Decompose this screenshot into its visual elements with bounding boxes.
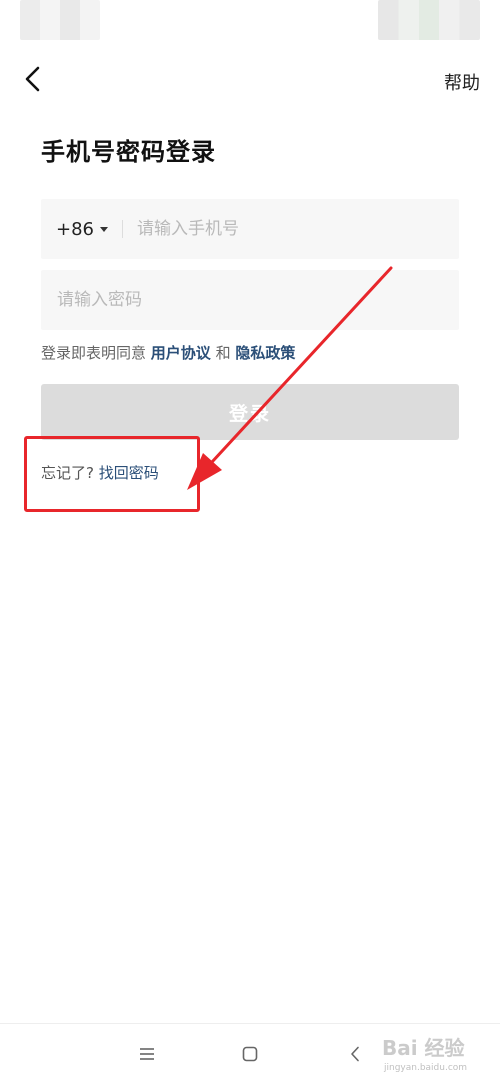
nav-back-button[interactable] (343, 1042, 367, 1066)
watermark-url: jingyan.baidu.com (384, 1063, 468, 1073)
nav-home-button[interactable] (238, 1042, 262, 1066)
watermark: Bai 经验 jingyan.baidu.com (382, 1029, 486, 1079)
annotation-arrow (187, 266, 393, 490)
chevron-left-icon (351, 1046, 359, 1062)
square-home-icon (242, 1046, 258, 1062)
watermark-brand: Bai 经验 (382, 1036, 465, 1060)
nav-menu-button[interactable] (135, 1042, 159, 1066)
menu-icon (140, 1048, 154, 1060)
